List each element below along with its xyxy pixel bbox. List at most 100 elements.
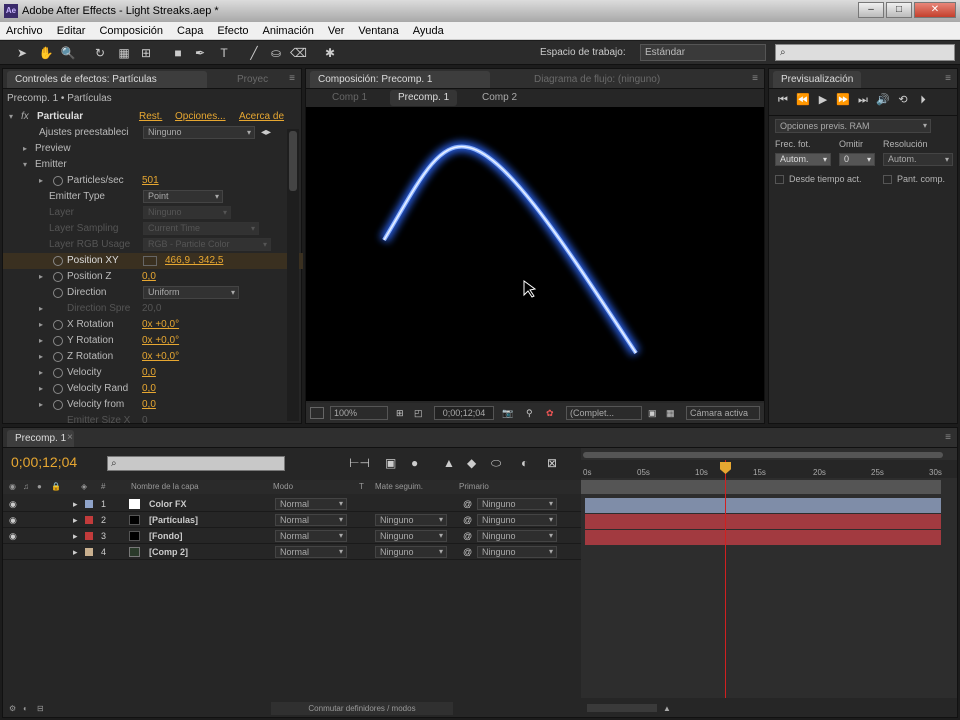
maximize-button[interactable]: □ xyxy=(886,2,912,18)
panel-menu-icon[interactable]: ≡ xyxy=(945,428,951,448)
z-rotation-value[interactable]: 0x +0,0° xyxy=(142,349,179,365)
ram-preview-icon[interactable]: ⏵ xyxy=(913,91,933,109)
crosshair-icon[interactable] xyxy=(143,256,157,266)
timeline-timecode[interactable]: 0;00;12;04 xyxy=(11,454,77,470)
stopwatch-icon[interactable] xyxy=(53,256,63,266)
menu-efecto[interactable]: Efecto xyxy=(217,22,248,39)
expand-icon[interactable]: ▸ xyxy=(39,333,43,349)
subtab-precomp1[interactable]: Precomp. 1 xyxy=(390,90,458,106)
menu-editar[interactable]: Editar xyxy=(57,22,86,39)
camera-select[interactable]: Cámara activa xyxy=(686,406,760,420)
layer-bar-particulas[interactable] xyxy=(585,514,941,529)
time-graph[interactable]: 0s 05s 10s 15s 20s 25s 30s xyxy=(581,448,957,698)
track-matte-select[interactable]: Ninguno xyxy=(375,530,447,542)
fx-icon[interactable]: fx xyxy=(21,109,29,125)
tab-preview[interactable]: Previsualización xyxy=(773,71,862,88)
col-mode[interactable]: Modo xyxy=(273,480,293,494)
parent-select[interactable]: Ninguno xyxy=(477,498,557,510)
velocity-value[interactable]: 0,0 xyxy=(142,365,156,381)
minimize-button[interactable]: – xyxy=(858,2,884,18)
table-row[interactable]: ◉ ▸ 2 [Partículas] Normal Ninguno @ Ning… xyxy=(3,512,581,528)
snapshot-icon[interactable]: 📷 xyxy=(502,403,513,423)
tab-timeline[interactable]: Precomp. 1 xyxy=(7,430,75,447)
emitter-group[interactable]: Emitter xyxy=(35,157,67,173)
col-t[interactable]: T xyxy=(359,480,364,494)
brainstorm-icon[interactable]: ⬭ xyxy=(491,454,501,472)
zoom-slider[interactable] xyxy=(587,704,657,712)
rectangle-tool-icon[interactable]: ■ xyxy=(170,45,186,61)
particles-sec-value[interactable]: 501 xyxy=(142,173,159,189)
layer-name[interactable]: [Fondo] xyxy=(149,528,182,544)
x-rotation-value[interactable]: 0x +0,0° xyxy=(142,317,179,333)
stopwatch-icon[interactable] xyxy=(53,400,63,410)
scrollbar-thumb[interactable] xyxy=(289,131,297,191)
blend-mode-select[interactable]: Normal xyxy=(275,514,347,526)
stopwatch-icon[interactable] xyxy=(53,176,63,186)
expand-icon[interactable]: ▸ xyxy=(39,349,43,365)
stopwatch-icon[interactable] xyxy=(53,336,63,346)
expand-layer-icon[interactable]: ▸ xyxy=(73,512,78,528)
comp-viewer[interactable] xyxy=(306,107,764,401)
from-current-checkbox[interactable] xyxy=(775,175,784,184)
audio-icon[interactable]: 🔊 xyxy=(873,91,893,109)
table-row[interactable]: ◉ ▸ 1 Color FX Normal @ Ninguno xyxy=(3,496,581,512)
stopwatch-icon[interactable] xyxy=(53,288,63,298)
expand-layer-icon[interactable]: ▸ xyxy=(73,528,78,544)
work-area-bar[interactable] xyxy=(583,452,943,458)
frame-rate-select[interactable]: Autom. xyxy=(775,153,831,166)
motion-blur-icon[interactable]: ◆ xyxy=(467,454,476,472)
first-frame-icon[interactable]: ⏮ xyxy=(773,91,793,109)
tab-composition[interactable]: Composición: Precomp. 1 xyxy=(310,71,490,88)
expand-effect-icon[interactable]: ▾ xyxy=(9,109,13,125)
stopwatch-icon[interactable] xyxy=(53,368,63,378)
eye-icon[interactable]: ◉ xyxy=(9,496,17,512)
layer-bar-color-fx[interactable] xyxy=(585,498,941,513)
parent-select[interactable]: Ninguno xyxy=(477,530,557,542)
stopwatch-icon[interactable] xyxy=(53,272,63,282)
panel-menu-icon[interactable]: ≡ xyxy=(752,69,758,89)
zoom-in-icon[interactable]: ▲ xyxy=(663,700,671,717)
panel-menu-icon[interactable]: ≡ xyxy=(945,69,951,89)
pan-behind-tool-icon[interactable]: ⊞ xyxy=(138,45,154,61)
label-color[interactable] xyxy=(85,532,93,540)
table-row[interactable]: ◉ ▸ 3 [Fondo] Normal Ninguno @ Ninguno xyxy=(3,528,581,544)
expand-emitter-icon[interactable]: ▾ xyxy=(23,157,27,173)
direction-select[interactable]: Uniform xyxy=(143,286,239,299)
blend-mode-select[interactable]: Normal xyxy=(275,546,347,558)
expand-icon[interactable]: ▸ xyxy=(39,317,43,333)
table-row[interactable]: ▸ 4 [Comp 2] Normal Ninguno @ Ninguno xyxy=(3,544,581,560)
selection-tool-icon[interactable]: ➤ xyxy=(14,45,30,61)
subtab-comp1[interactable]: Comp 1 xyxy=(332,89,367,107)
position-xy-value[interactable]: 466,9 , 342,5 xyxy=(165,253,223,269)
tab-effect-controls[interactable]: Controles de efectos: Partículas xyxy=(7,71,207,88)
eye-icon[interactable]: ◉ xyxy=(9,528,17,544)
pickwhip-icon[interactable]: @ xyxy=(463,544,472,560)
last-frame-icon[interactable]: ⏭ xyxy=(853,91,873,109)
shy-layers-icon[interactable]: ● xyxy=(411,454,418,472)
label-color[interactable] xyxy=(85,500,93,508)
expand-panes-icon[interactable]: ◐ xyxy=(23,700,28,717)
options-link[interactable]: Opciones... xyxy=(175,109,226,125)
transparency-grid-icon[interactable]: ▦ xyxy=(666,403,675,423)
close-button[interactable]: ✕ xyxy=(914,2,956,18)
preview-group[interactable]: Preview xyxy=(35,141,71,157)
channels-icon[interactable]: ✿ xyxy=(546,403,554,423)
auto-keyframe-icon[interactable]: ⊠ xyxy=(547,454,557,472)
time-ruler[interactable]: 0s 05s 10s 15s 20s 25s 30s xyxy=(581,460,957,478)
ram-options-select[interactable]: Opciones previs. RAM xyxy=(775,119,931,133)
layer-name[interactable]: Color FX xyxy=(149,496,187,512)
layer-bar-fondo[interactable] xyxy=(585,530,941,545)
expand-icon[interactable]: ▸ xyxy=(39,365,43,381)
position-z-value[interactable]: 0,0 xyxy=(142,269,156,285)
label-color[interactable] xyxy=(85,548,93,556)
camera-tool-icon[interactable]: ▦ xyxy=(116,45,132,61)
grid-icon[interactable]: ⊞ xyxy=(396,403,404,423)
tab-flowchart[interactable]: Diagrama de flujo: (ninguno) xyxy=(526,71,668,88)
hand-tool-icon[interactable]: ✋ xyxy=(38,45,54,61)
stopwatch-icon[interactable] xyxy=(53,384,63,394)
comp-mini-flowchart-icon[interactable]: ⊢⊣ xyxy=(349,454,370,472)
eraser-tool-icon[interactable]: ⌫ xyxy=(290,45,307,61)
col-parent[interactable]: Primario xyxy=(459,480,489,494)
expand-icon[interactable]: ▸ xyxy=(39,397,43,413)
velocity-rand-value[interactable]: 0,0 xyxy=(142,381,156,397)
